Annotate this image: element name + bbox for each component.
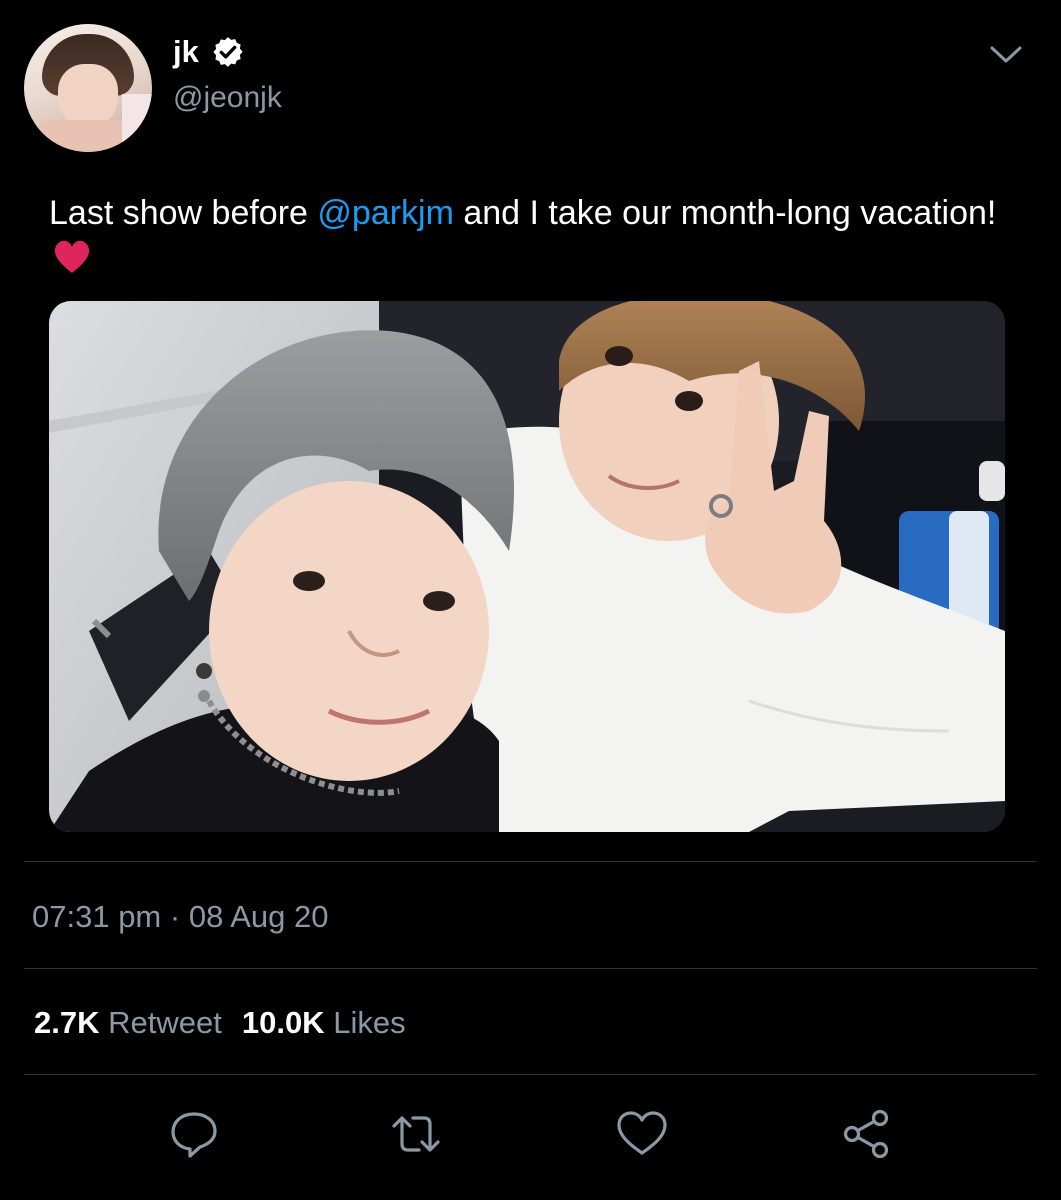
tweet-date: 08 Aug 20 <box>188 899 329 934</box>
tweet-detail: jk @jeonjk Last show before @parkjm and … <box>0 0 1061 1200</box>
retweet-icon[interactable] <box>388 1106 444 1162</box>
divider <box>24 861 1037 862</box>
mention-link[interactable]: @parkjm <box>317 194 454 232</box>
reply-icon[interactable] <box>166 1106 222 1162</box>
divider <box>24 968 1037 969</box>
like-label: Likes <box>333 1005 406 1040</box>
tweet-photo[interactable] <box>49 301 1005 832</box>
likes-stat[interactable]: 10.0K Likes <box>242 1005 406 1040</box>
share-icon[interactable] <box>838 1106 894 1162</box>
tweet-timestamp[interactable]: 07:31 pm · 08 Aug 20 <box>32 897 328 937</box>
author-name-row[interactable]: jk <box>173 32 245 72</box>
retweet-count: 2.7K <box>34 1005 100 1040</box>
retweets-stat[interactable]: 2.7K Retweet <box>34 1005 222 1040</box>
chevron-down-icon[interactable] <box>988 40 1024 68</box>
tweet-text-after: and I take our month-long vacation! <box>453 194 997 232</box>
avatar[interactable] <box>24 24 152 152</box>
tweet-text: Last show before @parkjm and I take our … <box>49 190 1029 282</box>
author-handle[interactable]: @jeonjk <box>173 78 282 118</box>
retweet-label: Retweet <box>108 1005 222 1040</box>
timestamp-separator: · <box>161 899 189 934</box>
verified-badge-icon <box>213 37 243 67</box>
display-name[interactable]: jk <box>173 32 199 72</box>
like-icon[interactable] <box>614 1106 670 1162</box>
tweet-text-before: Last show before <box>49 194 318 232</box>
red-heart-emoji-icon <box>54 240 90 273</box>
tweet-time: 07:31 pm <box>32 899 162 934</box>
like-count: 10.0K <box>241 1005 325 1040</box>
engagement-stats: 2.7K Retweet 10.0K Likes <box>34 1003 406 1043</box>
divider <box>24 1074 1037 1075</box>
